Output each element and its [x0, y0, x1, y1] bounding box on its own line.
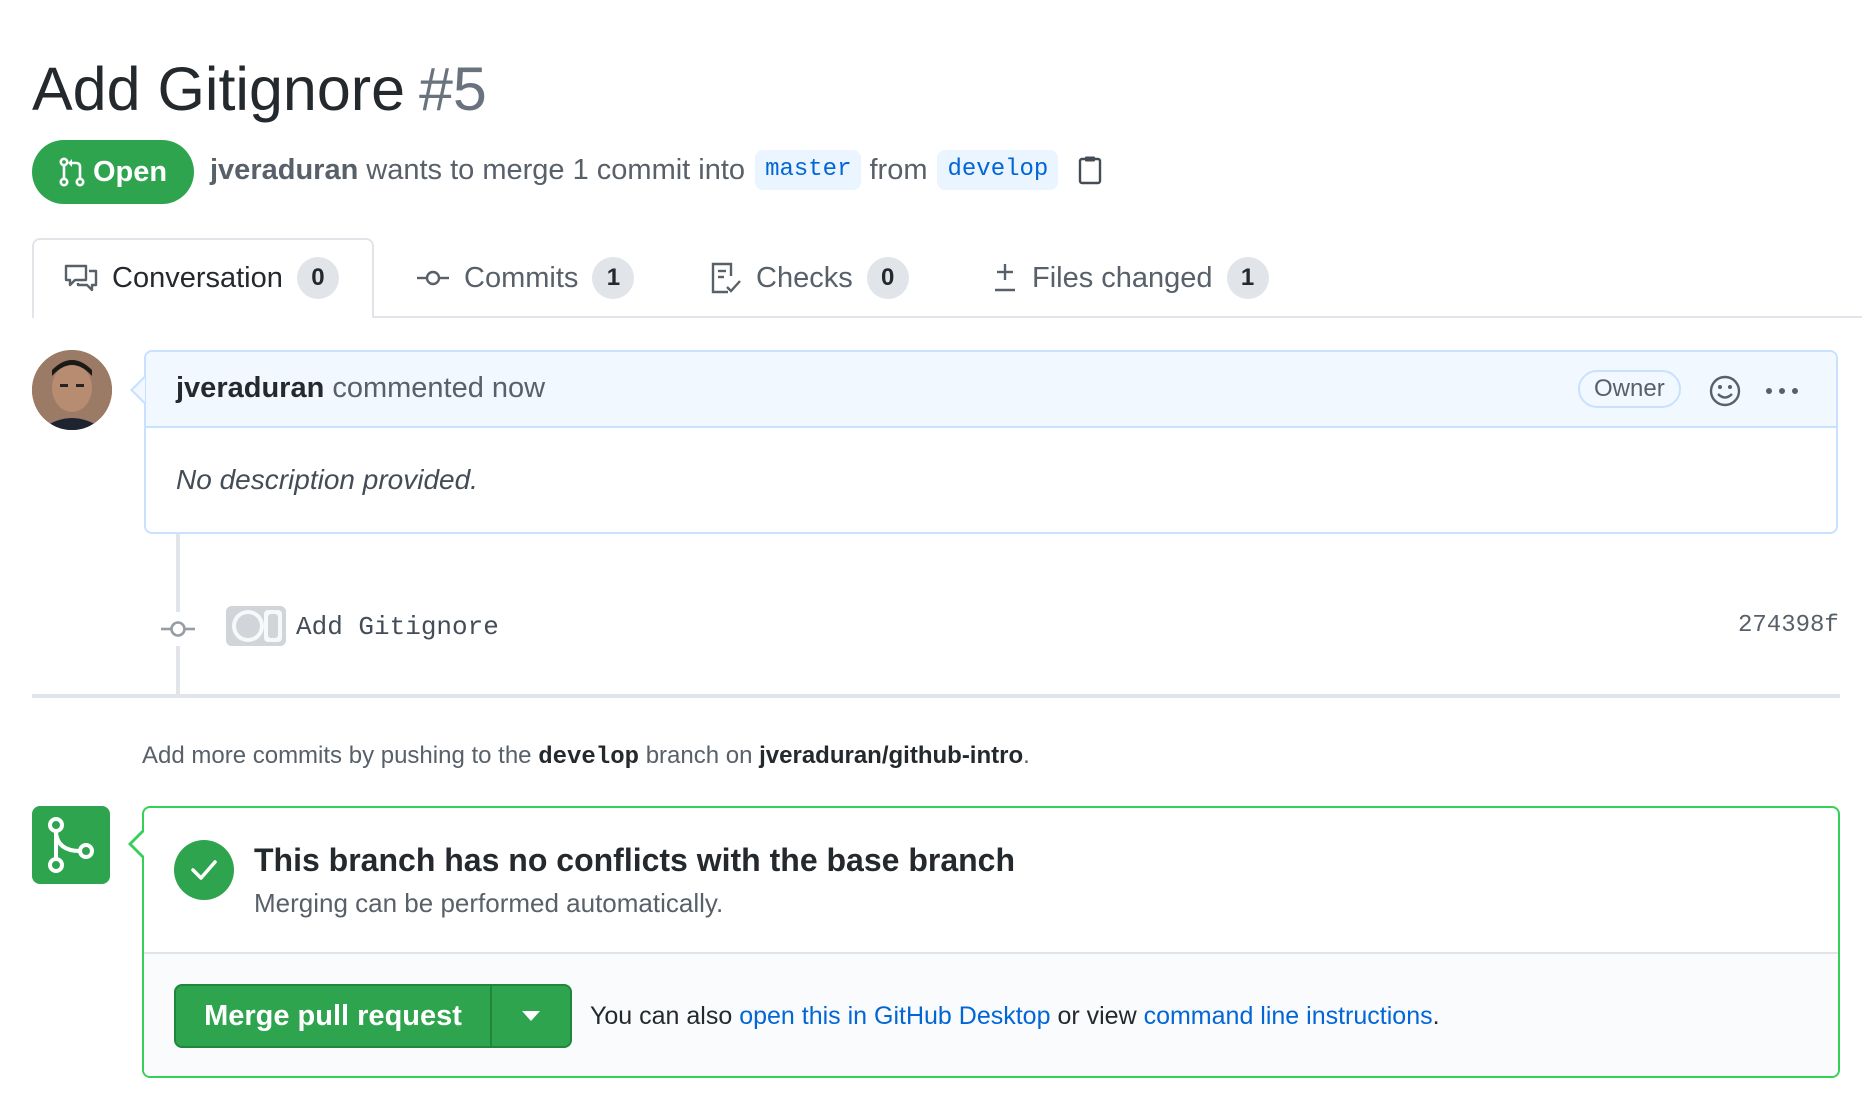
checklist-icon — [710, 261, 742, 295]
tab-counter: 1 — [592, 257, 635, 299]
git-commit-icon — [160, 612, 196, 651]
avatar[interactable] — [32, 350, 112, 430]
push-note-branch: develop — [538, 744, 640, 771]
comment-author[interactable]: jveraduran — [176, 372, 324, 404]
or-view-text: or view — [1057, 1002, 1137, 1030]
merge-panel: This branch has no conflicts with the ba… — [142, 806, 1840, 1078]
merge-status-title: This branch has no conflicts with the ba… — [254, 842, 1016, 878]
triangle-down-icon — [522, 1011, 540, 1021]
head-branch[interactable]: develop — [937, 150, 1059, 190]
commit-message[interactable]: Add Gitignore — [296, 612, 499, 642]
merge-method-dropdown[interactable] — [492, 986, 570, 1046]
also-prefix: You can also — [590, 1002, 733, 1030]
tab-label: Conversation — [112, 261, 283, 294]
author-link[interactable]: jveraduran — [210, 154, 358, 187]
tab-files-changed[interactable]: Files changed 1 — [992, 238, 1269, 318]
comment-caret-fill — [133, 378, 145, 402]
tab-counter: 1 — [1226, 257, 1269, 299]
owner-badge: Owner — [1578, 370, 1681, 408]
git-pull-request-icon — [59, 157, 85, 187]
commit-avatar[interactable] — [226, 606, 286, 646]
tab-label: Files changed — [1032, 261, 1213, 294]
also-suffix: . — [1432, 1002, 1440, 1030]
tab-counter: 0 — [296, 257, 339, 299]
push-note-repo[interactable]: jveraduran/github-intro — [759, 742, 1023, 769]
status-label: Open — [92, 155, 168, 188]
tab-checks[interactable]: Checks 0 — [710, 238, 909, 318]
diff-icon — [992, 262, 1018, 294]
kebab-horizontal-icon[interactable] — [1764, 374, 1800, 413]
push-note-prefix: Add more commits by pushing to the — [142, 742, 532, 769]
pr-title: Add Gitignore — [32, 55, 405, 123]
open-desktop-link[interactable]: open this in GitHub Desktop — [739, 1002, 1050, 1030]
merge-pull-request-button[interactable]: Merge pull request — [176, 986, 492, 1046]
command-line-link[interactable]: command line instructions — [1144, 1002, 1433, 1030]
push-note-middle: branch on — [645, 742, 753, 769]
tab-commits[interactable]: Commits 1 — [416, 238, 635, 318]
pr-meta: jveraduran wants to merge 1 commit into … — [210, 150, 1102, 190]
tab-counter: 0 — [866, 257, 909, 299]
comment-card: jveraduran commented now Owner No descri… — [144, 350, 1838, 534]
comment-action: commented now — [332, 372, 546, 404]
timeline-divider — [32, 694, 1840, 698]
from-label: from — [869, 153, 928, 186]
push-note: Add more commits by pushing to the devel… — [142, 742, 1030, 771]
git-commit-icon — [416, 268, 450, 288]
push-note-suffix: . — [1023, 742, 1030, 769]
smiley-icon[interactable] — [1708, 374, 1742, 413]
merge-actions: Merge pull request You can also open thi… — [144, 952, 1838, 1076]
tab-label: Commits — [464, 261, 579, 294]
merge-alternatives: You can also open this in GitHub Desktop… — [590, 1002, 1440, 1031]
base-branch[interactable]: master — [755, 150, 862, 190]
tab-conversation[interactable]: Conversation 0 — [64, 238, 339, 318]
tab-label: Checks — [756, 261, 853, 294]
merge-caret-fill — [132, 832, 144, 856]
status-badge: Open — [32, 140, 194, 204]
comment-meta: jveraduran commented now — [176, 372, 545, 405]
pr-number: #5 — [419, 55, 487, 123]
comment-header: jveraduran commented now Owner — [146, 352, 1836, 428]
page-title: Add Gitignore #5 — [32, 48, 487, 130]
commit-sha[interactable]: 274398f — [1738, 612, 1839, 639]
merge-description: wants to merge 1 commit into — [366, 153, 746, 186]
merge-status-subtitle: Merging can be performed automatically. — [254, 888, 724, 918]
check-icon — [174, 840, 234, 900]
comment-body: No description provided. — [176, 464, 478, 495]
comment-discussion-icon — [64, 263, 98, 293]
git-merge-icon — [32, 806, 110, 884]
merge-button-group: Merge pull request — [174, 984, 572, 1048]
clipboard-icon[interactable] — [1078, 155, 1102, 185]
